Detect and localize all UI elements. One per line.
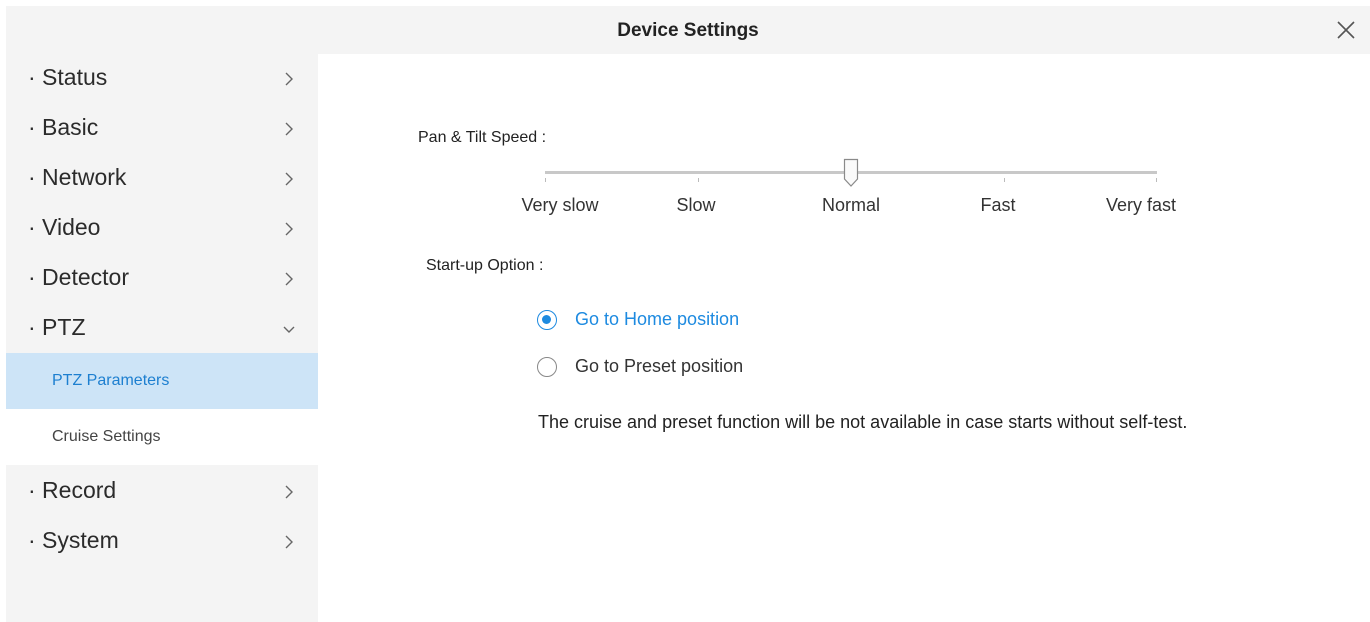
sidebar-item-label: · Network xyxy=(28,164,127,190)
radio-label: Go to Home position xyxy=(575,309,740,329)
close-icon[interactable] xyxy=(1334,18,1358,42)
title-bar: Device Settings xyxy=(6,6,1370,54)
self-test-note: The cruise and preset function will be n… xyxy=(538,412,1188,432)
speed-label: Pan & Tilt Speed : xyxy=(418,129,547,146)
sidebar-item-label: · System xyxy=(28,527,119,553)
sidebar-item-label: · Basic xyxy=(28,114,99,140)
window-title: Device Settings xyxy=(617,20,759,41)
sidebar-item-label: · Video xyxy=(28,214,101,240)
speed-level-label: Fast xyxy=(980,195,1016,215)
speed-level-label: Normal xyxy=(821,195,881,215)
sidebar: · Status · Basic · Network · Video · Det… xyxy=(6,54,318,622)
sidebar-item-video[interactable]: · Video xyxy=(6,204,318,254)
sidebar-item-detector[interactable]: · Detector xyxy=(6,254,318,304)
radio-label: Go to Preset position xyxy=(575,356,744,376)
sidebar-subitem-label: Cruise Settings xyxy=(52,428,161,445)
chevron-right-icon xyxy=(282,170,296,188)
chevron-right-icon xyxy=(282,70,296,88)
slider-tick xyxy=(1156,178,1157,182)
sidebar-item-label: · Record xyxy=(28,477,117,503)
speed-slider[interactable] xyxy=(545,158,1157,188)
startup-option-label: Start-up Option : xyxy=(426,257,544,274)
slider-thumb[interactable] xyxy=(843,158,859,188)
sidebar-item-ptz[interactable]: · PTZ xyxy=(6,304,318,354)
sidebar-item-label: · Detector xyxy=(28,264,129,290)
sidebar-item-status[interactable]: · Status xyxy=(6,54,318,104)
sidebar-subitem-ptz-parameters[interactable]: PTZ Parameters xyxy=(6,353,318,409)
sidebar-item-label: · PTZ xyxy=(28,314,86,340)
sidebar-item-label: · Status xyxy=(28,64,108,90)
chevron-down-icon xyxy=(282,320,296,338)
radio-button[interactable] xyxy=(537,310,557,330)
slider-tick xyxy=(698,178,699,182)
sidebar-item-record[interactable]: · Record xyxy=(6,467,318,517)
speed-level-label: Very slow xyxy=(521,195,599,215)
sidebar-subitem-label: PTZ Parameters xyxy=(52,372,170,389)
sidebar-item-network[interactable]: · Network xyxy=(6,154,318,204)
chevron-right-icon xyxy=(282,270,296,288)
radio-button[interactable] xyxy=(537,357,557,377)
slider-tick xyxy=(545,178,546,182)
speed-level-label: Slow xyxy=(676,195,716,215)
speed-level-label: Very fast xyxy=(1105,195,1177,215)
sidebar-subitem-cruise-settings[interactable]: Cruise Settings xyxy=(6,409,318,465)
chevron-right-icon xyxy=(282,220,296,238)
chevron-right-icon xyxy=(282,120,296,138)
slider-tick xyxy=(1004,178,1005,182)
chevron-right-icon xyxy=(282,533,296,551)
sidebar-item-system[interactable]: · System xyxy=(6,517,318,567)
chevron-right-icon xyxy=(282,483,296,501)
sidebar-item-basic[interactable]: · Basic xyxy=(6,104,318,154)
